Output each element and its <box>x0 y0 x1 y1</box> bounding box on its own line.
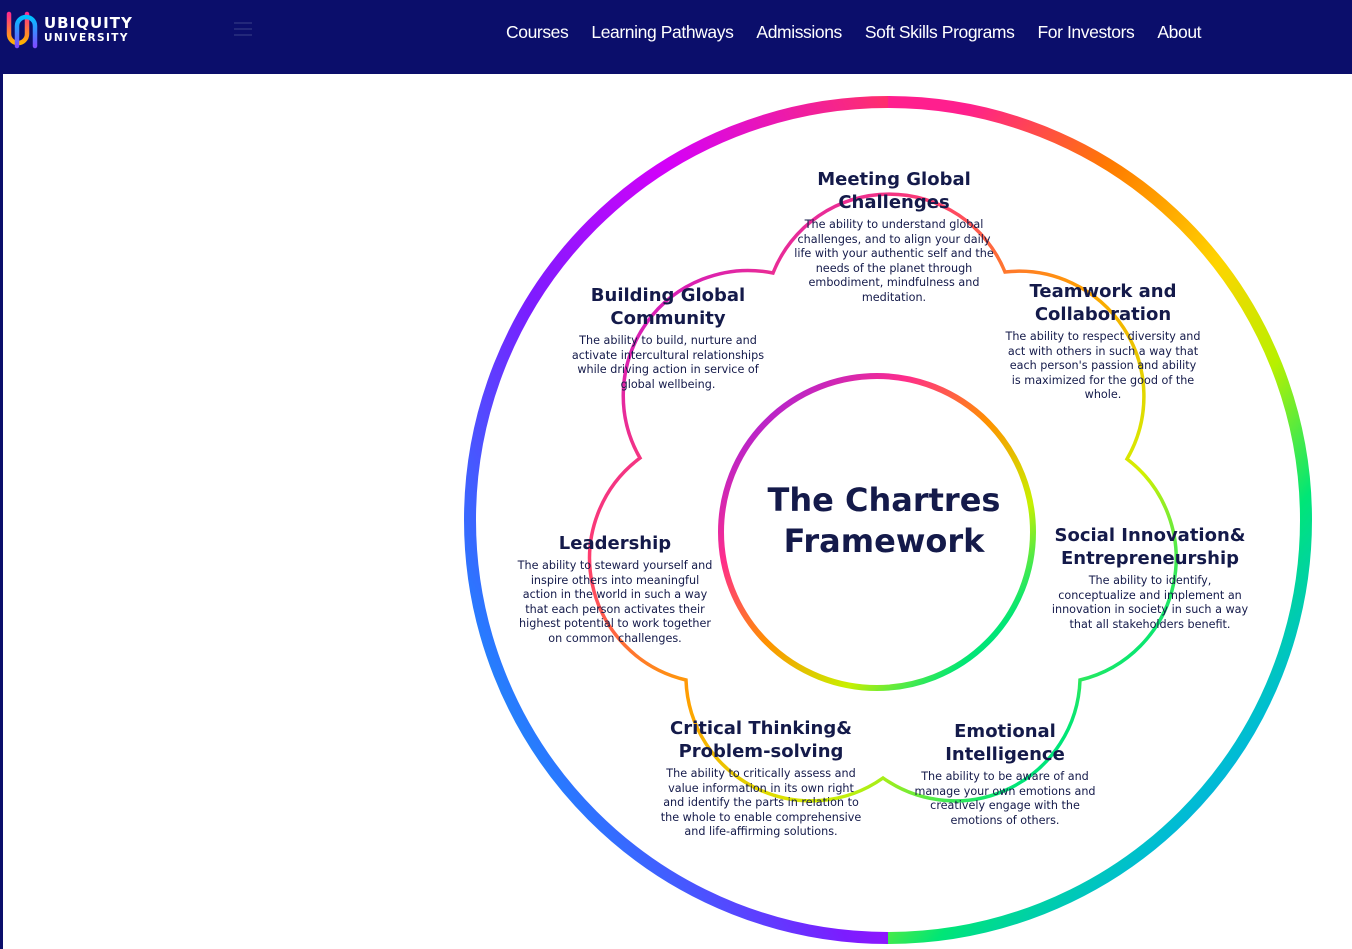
petal-description: The ability to steward yourself and insp… <box>517 559 713 645</box>
nav-learning-pathways[interactable]: Learning Pathways <box>591 22 733 43</box>
petal-title: Leadership <box>558 533 672 554</box>
brand-name-line2: UNIVERSITY <box>44 32 129 45</box>
brand-wordmark: UBIQUITY UNIVERSITY <box>44 16 133 44</box>
top-navbar: UBIQUITY UNIVERSITY Courses Learning Pat… <box>0 0 1352 74</box>
ubiquity-u-logo-icon <box>6 11 38 49</box>
main-nav: Courses Learning Pathways Admissions Sof… <box>506 20 1202 44</box>
petal-description: The ability to identify, conceptualize a… <box>1051 574 1249 631</box>
petal-description: The ability to be aware of and manage yo… <box>914 770 1096 827</box>
petal-description: The ability to build, nurture and activa… <box>571 334 765 391</box>
petal-leadership: Leadership The ability to steward yourse… <box>516 532 714 646</box>
petal-description: The ability to understand global challen… <box>794 218 994 304</box>
petal-title: Emotional Intelligence <box>945 721 1065 765</box>
petal-description: The ability to respect diversity and act… <box>1005 330 1201 401</box>
framework-center-title: The Chartres Framework <box>767 481 1001 560</box>
hamburger-menu-icon[interactable] <box>234 22 252 38</box>
petal-title: Critical Thinking& Problem-solving <box>670 718 852 762</box>
left-edge-bar <box>0 74 3 949</box>
nav-soft-skills-programs[interactable]: Soft Skills Programs <box>865 22 1015 43</box>
petal-title: Meeting Global Challenges <box>817 169 971 213</box>
chartres-framework-diagram: The Chartres Framework Meeting Global Ch… <box>460 92 1316 944</box>
nav-for-investors[interactable]: For Investors <box>1037 22 1134 43</box>
petal-critical-thinking-problem-solving: Critical Thinking& Problem-solving The a… <box>660 717 862 840</box>
home-logo-link[interactable]: UBIQUITY UNIVERSITY <box>4 9 154 51</box>
petal-meeting-global-challenges: Meeting Global Challenges The ability to… <box>792 168 996 305</box>
petal-title: Teamwork and Collaboration <box>1029 281 1177 325</box>
petal-description: The ability to critically assess and val… <box>660 767 862 838</box>
nav-about[interactable]: About <box>1157 22 1201 43</box>
petal-building-global-community: Building Global Community The ability to… <box>568 284 768 392</box>
petal-teamwork-and-collaboration: Teamwork and Collaboration The ability t… <box>1004 280 1202 403</box>
petal-title: Social Innovation& Entrepreneurship <box>1054 525 1246 569</box>
page: UBIQUITY UNIVERSITY Courses Learning Pat… <box>0 0 1352 949</box>
brand-name-line1: UBIQUITY <box>44 14 133 33</box>
nav-admissions[interactable]: Admissions <box>756 22 842 43</box>
petal-title: Building Global Community <box>590 285 746 329</box>
nav-courses[interactable]: Courses <box>506 22 569 43</box>
petal-emotional-intelligence: Emotional Intelligence The ability to be… <box>906 720 1104 828</box>
petal-social-innovation-entrepreneurship: Social Innovation& Entrepreneurship The … <box>1050 524 1250 632</box>
